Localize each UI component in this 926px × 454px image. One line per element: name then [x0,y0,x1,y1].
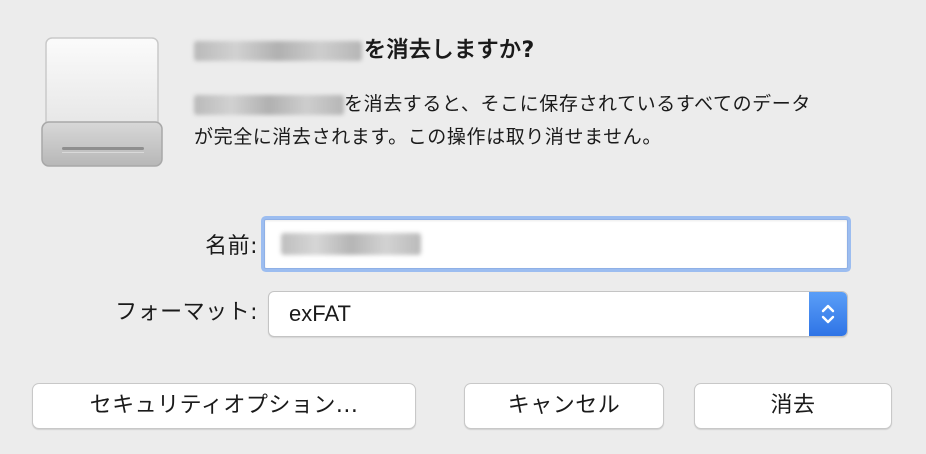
message-text-1: を消去すると、そこに保存されているすべてのデータ [344,93,811,115]
external-drive-icon [41,37,163,167]
erase-button[interactable]: 消去 [694,383,892,429]
title-text: を消去しますか? [364,38,535,63]
cancel-button[interactable]: キャンセル [464,383,664,429]
message-line-2: が完全に消去されます。この操作は取り消せません。 [194,126,662,148]
message-line-1: を消去すると、そこに保存されているすべてのデータ [194,88,894,121]
format-value: exFAT [289,301,351,326]
chevron-up-down-icon[interactable] [809,292,847,336]
redacted-name-value [281,233,421,255]
dialog-title: を消去しますか? [194,34,535,68]
format-label: フォーマット: [115,300,258,325]
name-label: 名前: [205,234,258,259]
redacted-disk-name [194,94,344,115]
format-select[interactable]: exFAT [268,291,848,337]
redacted-disk-name [194,41,362,61]
dialog-message: を消去すると、そこに保存されているすべてのデータ が完全に消去されます。この操作… [194,88,894,154]
name-input[interactable] [264,219,848,269]
erase-dialog: を消去しますか? を消去すると、そこに保存されているすべてのデータ が完全に消去… [0,0,926,454]
security-options-button[interactable]: セキュリティオプション... [32,383,416,429]
